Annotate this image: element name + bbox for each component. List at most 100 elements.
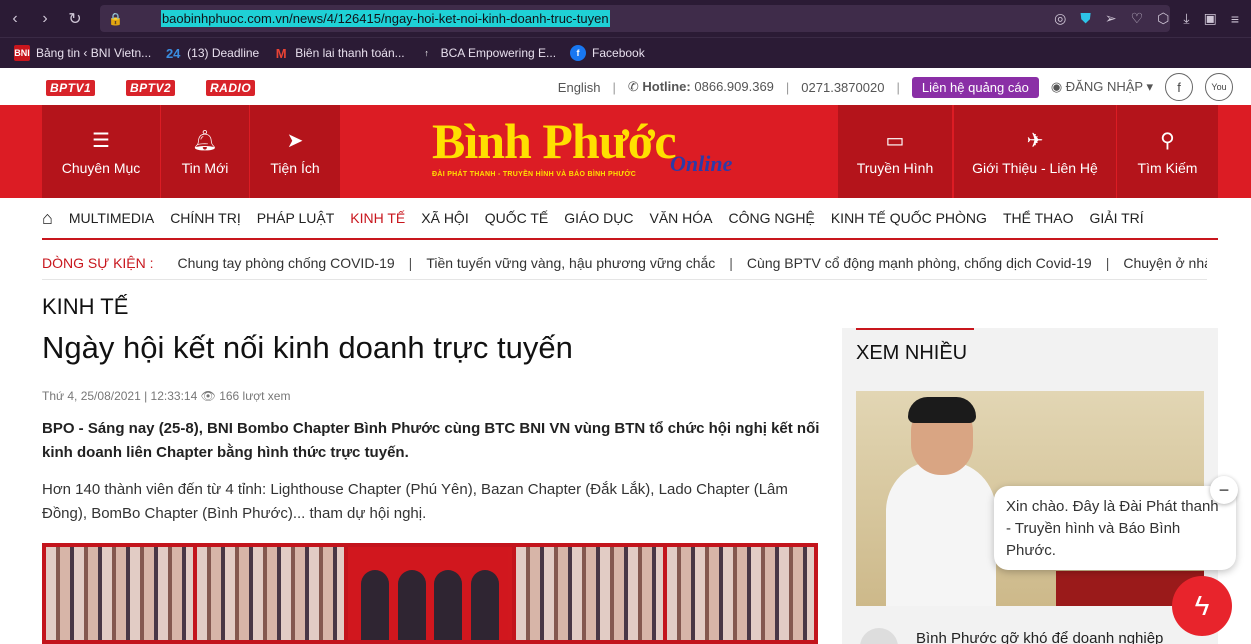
ad-contact-button[interactable]: Liên hệ quảng cáo	[911, 76, 1039, 98]
menu-item-cong-nghe[interactable]: CÔNG NGHỆ	[729, 210, 815, 226]
heart-icon[interactable]: ♡	[1131, 10, 1144, 27]
bookmark-label: (13) Deadline	[187, 46, 260, 60]
nav-search[interactable]: ⚲ Tìm Kiếm	[1117, 105, 1218, 198]
phone-number: 0271.3870020	[801, 79, 885, 95]
article-title: Ngày hội kết nối kinh doanh trực tuyến	[42, 330, 573, 365]
separator: |	[1105, 254, 1110, 271]
home-icon[interactable]: ⌂	[42, 208, 53, 229]
bookmark-gmail[interactable]: M Biên lai thanh toán...	[273, 45, 405, 61]
youtube-icon[interactable]: You	[1205, 73, 1233, 101]
tv-icon: ▭	[885, 129, 905, 152]
image-tile	[515, 547, 663, 640]
nav-label: Tìm Kiếm	[1137, 159, 1198, 176]
event-item[interactable]: Cùng BPTV cổ động mạnh phòng, chống dịch…	[747, 255, 1092, 271]
bell-icon: 🔔︎	[192, 129, 218, 152]
event-item[interactable]: Tiền tuyến vững vàng, hậu phương vững ch…	[426, 255, 715, 271]
menu-item-multimedia[interactable]: MULTIMEDIA	[69, 210, 154, 226]
user-icon: ◉	[1050, 79, 1063, 94]
menu-item-quoc-te[interactable]: QUỐC TẾ	[485, 210, 549, 226]
menu-item-giao-duc[interactable]: GIÁO DỤC	[564, 210, 633, 226]
nav-label: Truyền Hình	[856, 159, 934, 176]
nav-news[interactable]: 🔔︎ Tin Mới	[161, 105, 249, 198]
nav-label: Tin Mới	[181, 159, 229, 176]
menu-item-chinh-tri[interactable]: CHÍNH TRỊ	[170, 210, 241, 226]
nav-label: Tiện Ích	[270, 159, 320, 176]
event-item[interactable]: Chuyện ở nhà ng	[1123, 255, 1207, 271]
camera-alt-icon[interactable]: ▣	[1204, 10, 1217, 27]
menu-item-the-thao[interactable]: THỂ THAO	[1003, 210, 1074, 226]
channel-bptv2[interactable]: BPTV2	[126, 80, 176, 96]
separator: |	[408, 254, 413, 271]
sidebar-article-link[interactable]: Bình Phước gỡ khó để doanh nghiệp	[916, 630, 1163, 644]
download-icon[interactable]: ⤓	[1183, 10, 1189, 27]
person-figure	[434, 570, 463, 640]
close-icon[interactable]: −	[1210, 476, 1238, 504]
bookmark-label: BCA Empowering E...	[440, 46, 557, 60]
menu-item-xa-hoi[interactable]: XÃ HỘI	[421, 210, 468, 226]
camera-icon[interactable]: ◎	[1054, 10, 1066, 27]
title-accent	[856, 328, 974, 330]
forward-icon[interactable]: ›	[30, 0, 60, 37]
channel-radio[interactable]: RADIO	[206, 80, 256, 96]
thumbnail[interactable]	[860, 628, 898, 644]
bookmark-label: Biên lai thanh toán...	[295, 46, 405, 60]
bni-icon: BNI	[14, 45, 30, 61]
deadline-icon: 24	[165, 45, 181, 61]
gmail-icon: M	[275, 45, 287, 61]
nav-categories[interactable]: ☰ Chuyên Mục	[42, 105, 160, 198]
article-category[interactable]: KINH TẾ	[42, 294, 128, 320]
shield-icon[interactable]: ⛊	[1080, 10, 1091, 27]
cursor-icon: ➤	[286, 129, 304, 152]
person-figure	[471, 570, 500, 640]
image-tile	[197, 547, 345, 640]
menu-icon: ☰	[92, 129, 110, 152]
send-icon[interactable]: ➢	[1105, 10, 1117, 27]
nav-utilities[interactable]: ➤ Tiện Ích	[250, 105, 340, 198]
menu-item-kinh-te-quoc-phong[interactable]: KINH TẾ QUỐC PHÒNG	[831, 210, 987, 226]
events-label: DÒNG SỰ KIỆN :	[42, 254, 154, 271]
reload-icon[interactable]: ↻	[60, 0, 90, 37]
address-bar[interactable]: 🔒 baobinhphuoc.com.vn/news/4/126415/ngay…	[100, 5, 1170, 32]
article-paragraph: Hơn 140 thành viên đến từ 4 tỉnh: Lighth…	[42, 481, 788, 522]
extension-icons: ◎ ⛊ ➢ ♡ ⬡ ⤓ ▣ ≡	[1054, 0, 1251, 37]
logo-subtitle: ĐÀI PHÁT THANH - TRUYỀN HÌNH VÀ BÁO BÌNH…	[432, 171, 637, 178]
event-ticker: DÒNG SỰ KIỆN : Chung tay phòng chống COV…	[42, 246, 1207, 280]
article-date: Thứ 4, 25/08/2021 | 12:33:14	[42, 389, 198, 403]
channel-bptv1[interactable]: BPTV1	[46, 80, 96, 96]
nav-tv[interactable]: ▭ Truyền Hình	[838, 105, 952, 198]
hotline-label: Hotline:	[642, 79, 691, 94]
bookmark-deadline[interactable]: 24 (13) Deadline	[165, 45, 259, 61]
separator: |	[896, 79, 900, 95]
messenger-icon[interactable]: ϟ	[1172, 576, 1232, 636]
site-logo[interactable]: Bình Phước Online ĐÀI PHÁT THANH - TRUYỀ…	[432, 115, 762, 190]
article-image[interactable]	[42, 543, 818, 644]
bookmark-bca[interactable]: ↑ BCA Empowering E...	[419, 45, 556, 61]
lock-icon: 🔒	[108, 11, 123, 26]
url-text[interactable]: baobinhphuoc.com.vn/news/4/126415/ngay-h…	[160, 10, 610, 27]
menu-item-phap-luat[interactable]: PHÁP LUẬT	[257, 210, 335, 226]
login-label: ĐĂNG NHẬP	[1065, 79, 1143, 94]
separator: |	[785, 79, 790, 95]
menu-item-van-hoa[interactable]: VĂN HÓA	[649, 210, 712, 226]
separator: |	[612, 79, 616, 95]
nav-about[interactable]: ✈ Giới Thiệu - Liên Hệ	[954, 105, 1116, 198]
bookmark-facebook[interactable]: f Facebook	[570, 45, 645, 61]
back-icon[interactable]: ‹	[0, 0, 30, 37]
facebook-icon[interactable]: f	[1165, 73, 1193, 101]
bookmark-bni[interactable]: BNI Bảng tin ‹ BNI Vietn...	[14, 45, 151, 61]
event-item[interactable]: Chung tay phòng chống COVID-19	[178, 255, 395, 271]
separator: |	[729, 254, 733, 271]
menu-icon[interactable]: ≡	[1231, 11, 1239, 27]
menu-item-giai-tri[interactable]: GIẢI TRÍ	[1089, 210, 1143, 226]
nav-label: Giới Thiệu - Liên Hệ	[972, 159, 1098, 176]
send-icon: ✈	[1026, 129, 1044, 152]
hotline-number: 0866.909.369	[694, 79, 774, 94]
menu-item-kinh-te[interactable]: KINH TẾ	[350, 210, 405, 226]
bookmark-label: Bảng tin ‹ BNI Vietn...	[36, 46, 152, 60]
english-link[interactable]: English	[558, 80, 601, 95]
login-link[interactable]: ◉ ĐĂNG NHẬP ▾	[1051, 79, 1153, 95]
image-tile-center	[348, 547, 512, 640]
cube-icon[interactable]: ⬡	[1157, 10, 1169, 27]
chat-bubble[interactable]: Xin chào. Đây là Đài Phát thanh - Truyền…	[994, 486, 1236, 570]
browser-toolbar: ‹ › ↻ 🔒 baobinhphuoc.com.vn/news/4/12641…	[0, 0, 1251, 37]
